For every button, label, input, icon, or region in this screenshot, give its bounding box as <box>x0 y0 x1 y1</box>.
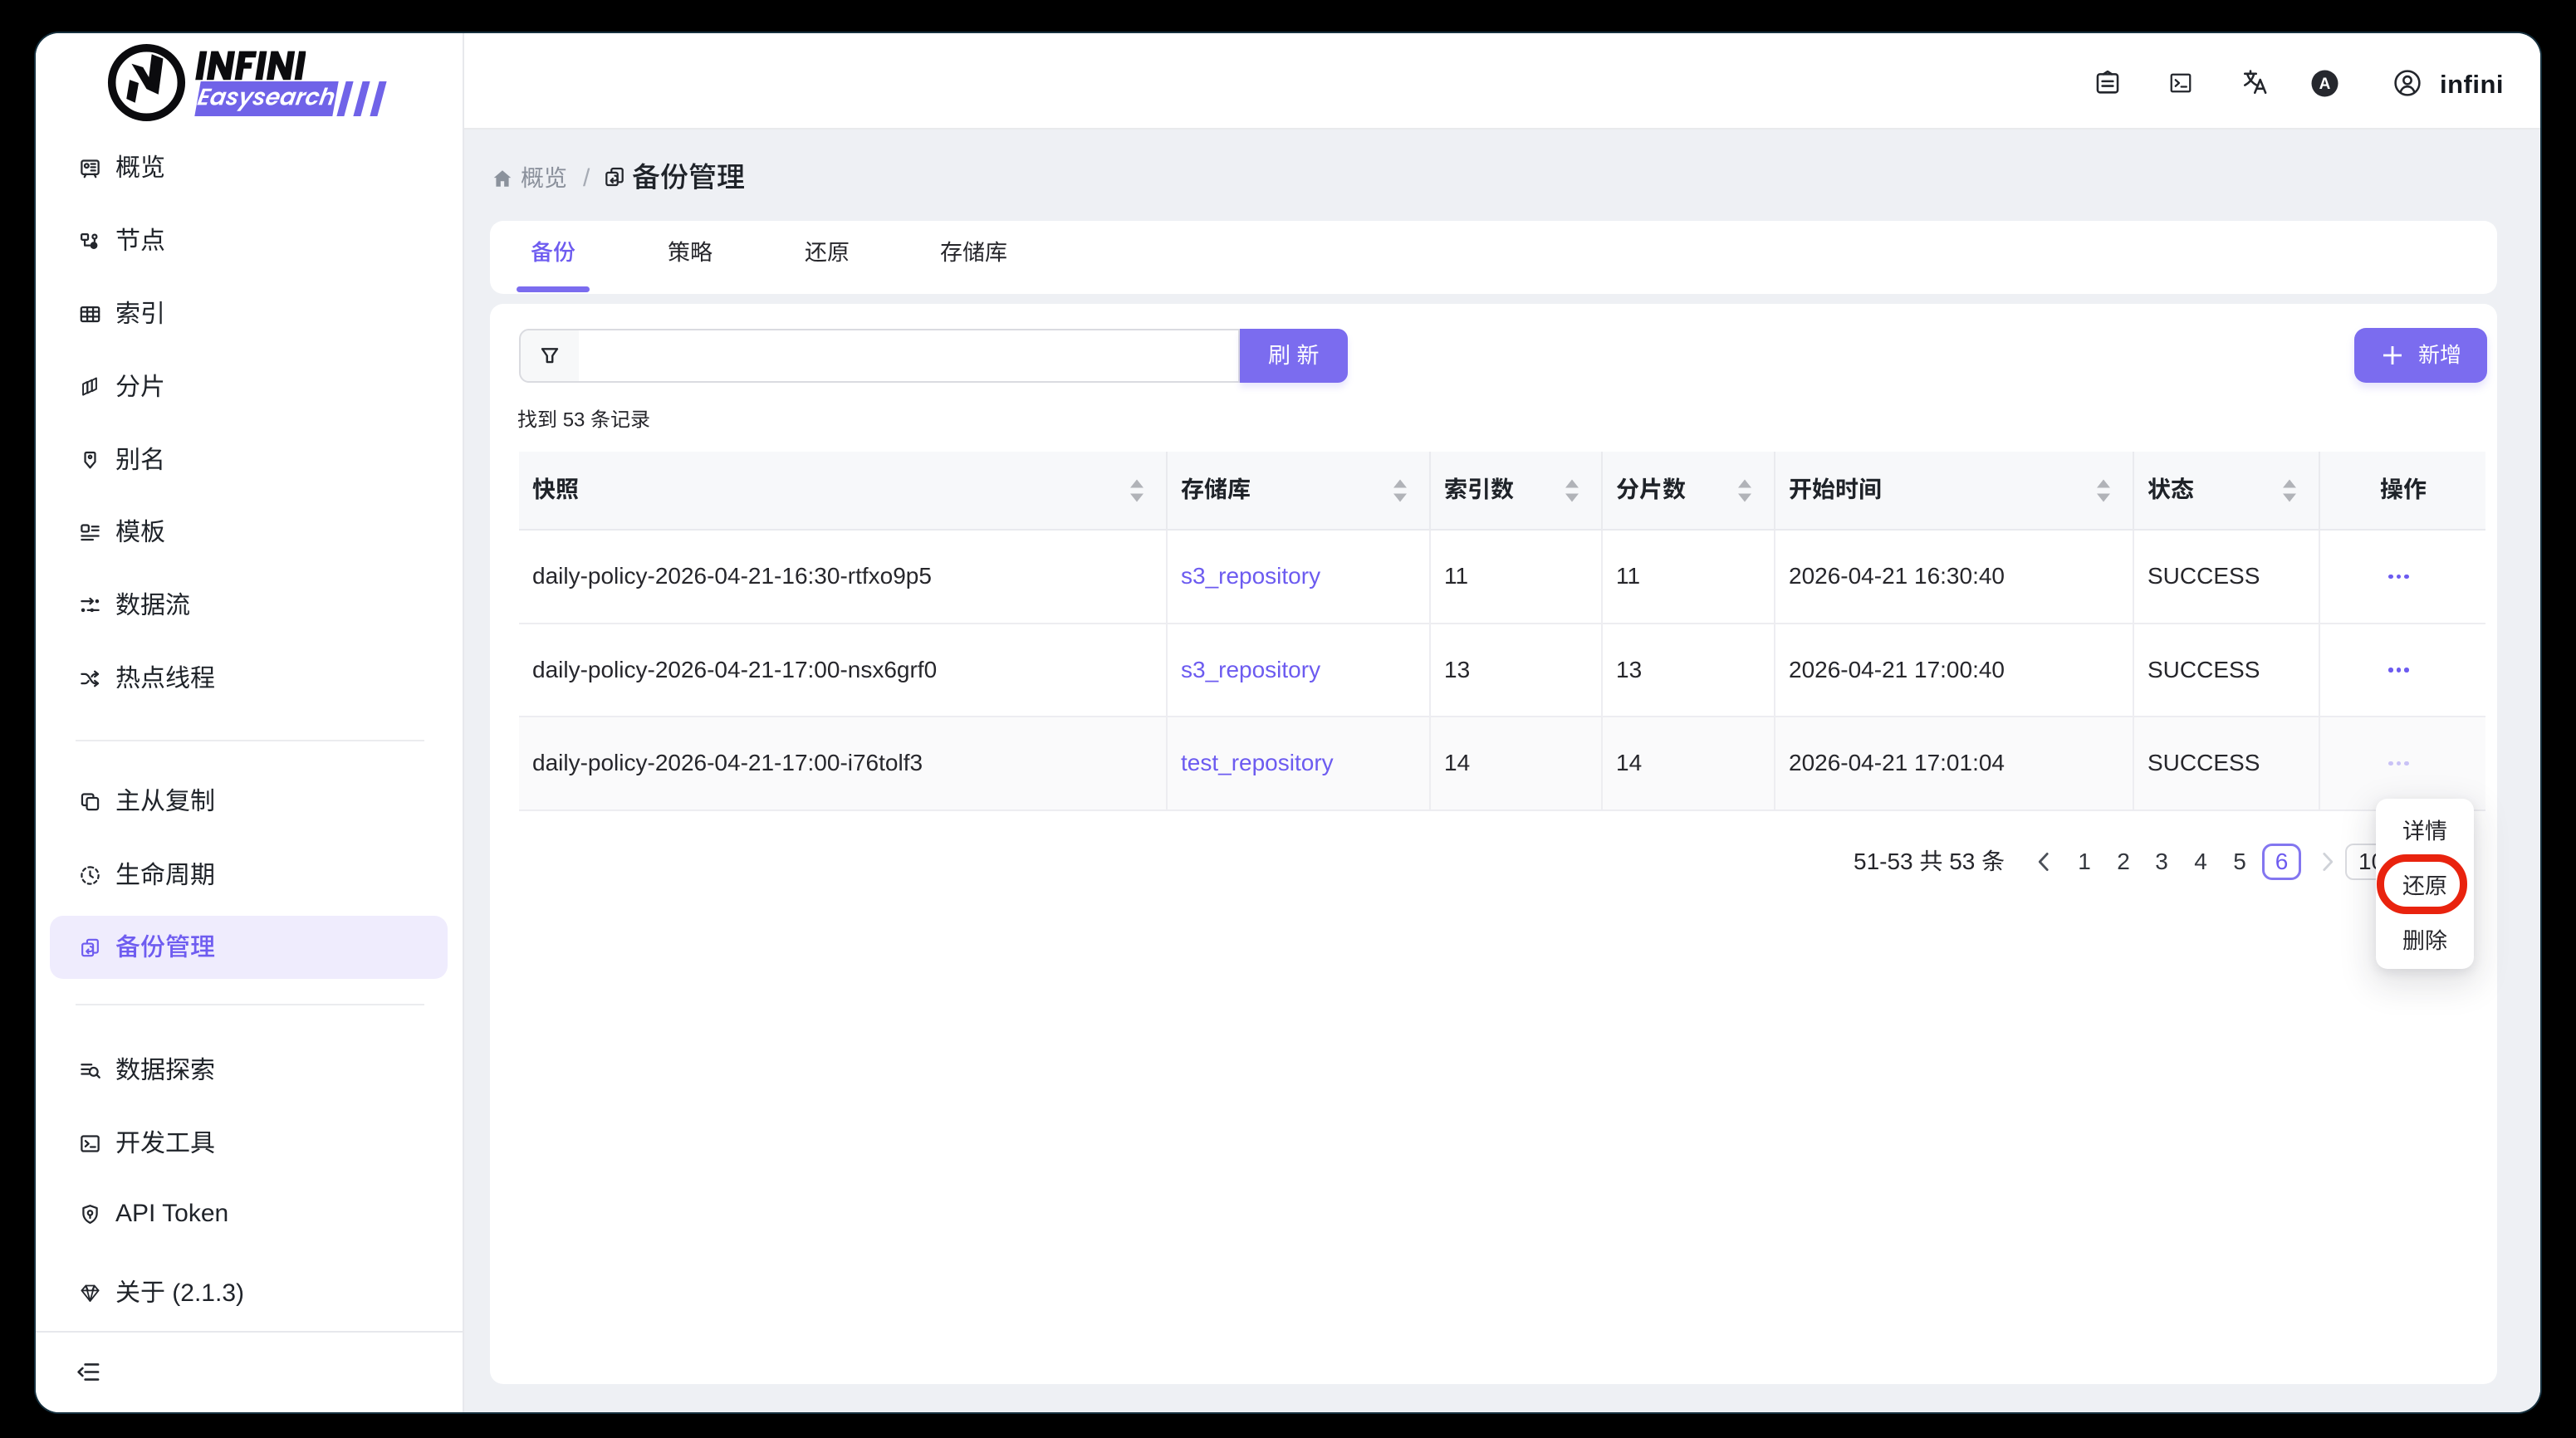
svg-text:A: A <box>2319 76 2331 93</box>
svg-text:51-53: 51-53 <box>1854 849 1913 874</box>
svg-text:53: 53 <box>563 409 585 432</box>
svg-text:53: 53 <box>1949 849 1975 874</box>
svg-text:(2.1.3): (2.1.3) <box>172 1279 244 1307</box>
